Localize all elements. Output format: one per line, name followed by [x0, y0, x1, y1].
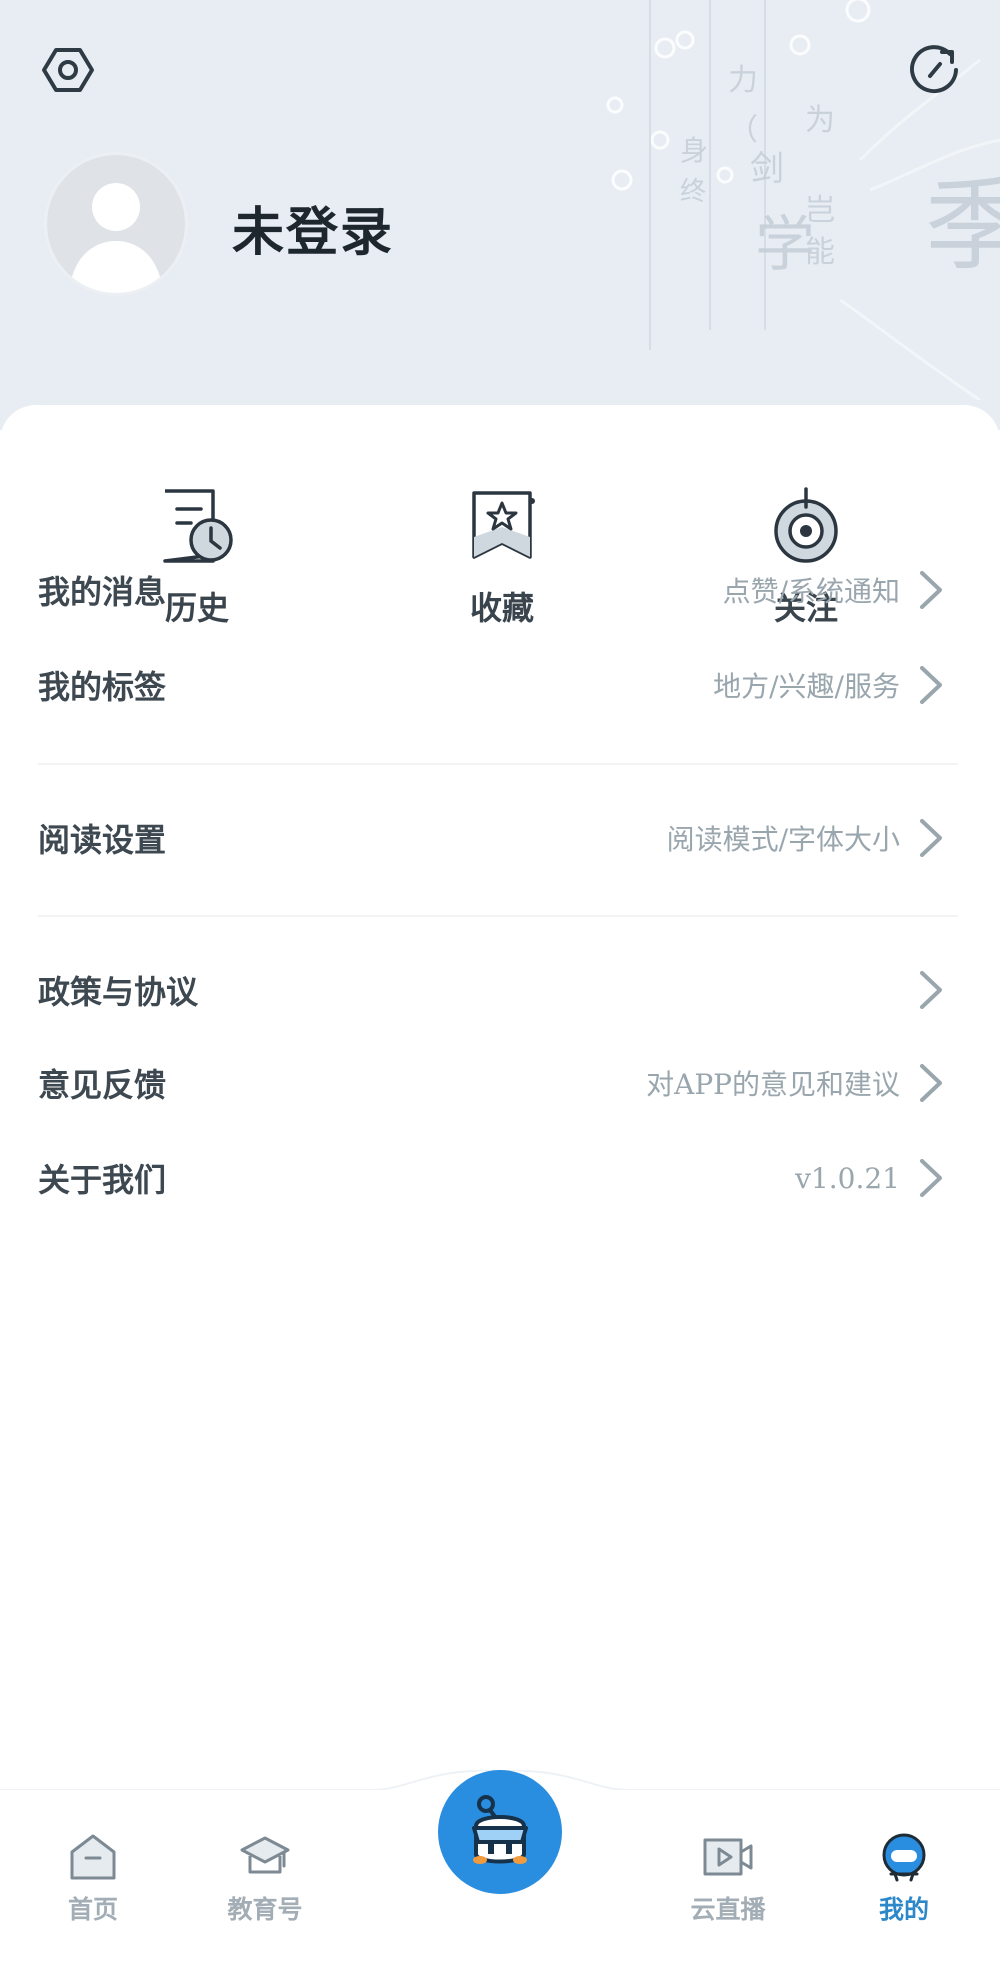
chevron-right-icon	[920, 666, 942, 704]
menu-about-us[interactable]: 关于我们 v1.0.21	[38, 1138, 948, 1218]
svg-text:终: 终	[680, 177, 706, 207]
menu-my-messages[interactable]: 我的消息 点赞/系统通知	[38, 550, 948, 630]
mine-mascot-icon	[882, 1833, 926, 1882]
chevron-right-icon	[920, 819, 942, 857]
menu-label: 我的消息	[38, 573, 167, 611]
menu-label: 政策与协议	[38, 973, 199, 1011]
menu-subtitle: 地方/兴趣/服务	[713, 670, 900, 703]
content-card: 历史 收藏 关注 我的消息 点赞/系统通知 我的标签 地方/兴趣/服务 阅读设置	[0, 405, 1000, 1795]
svg-text:剑: 剑	[750, 149, 784, 189]
svg-text:为: 为	[805, 103, 835, 138]
avatar[interactable]	[44, 152, 188, 296]
chevron-right-icon	[920, 971, 942, 1009]
svg-text:身: 身	[680, 134, 708, 167]
graduation-cap-icon	[240, 1836, 290, 1874]
svg-text:能: 能	[805, 235, 835, 270]
tab-mine[interactable]: 我的	[844, 1830, 964, 1926]
refresh-icon	[910, 45, 958, 94]
tab-label: 首页	[67, 1895, 118, 1924]
svg-text:（: （	[728, 113, 758, 148]
center-mascot-button[interactable]	[438, 1770, 562, 1894]
section-divider	[38, 915, 958, 917]
section-divider	[38, 763, 958, 765]
menu-policy[interactable]: 政策与协议	[38, 950, 948, 1030]
settings-button[interactable]	[32, 34, 104, 106]
menu-reading-settings[interactable]: 阅读设置 阅读模式/字体大小	[38, 798, 948, 878]
tab-label: 云直播	[690, 1895, 766, 1924]
tab-education[interactable]: 教育号	[205, 1830, 325, 1926]
profile-header: 身 终 力 （ 剑 学 为 岂 能 季 未登录	[0, 0, 1000, 430]
svg-text:岂: 岂	[805, 193, 835, 228]
chevron-right-icon	[920, 571, 942, 609]
tab-live[interactable]: 云直播	[668, 1830, 788, 1926]
chevron-right-icon	[920, 1159, 942, 1197]
menu-label: 意见反馈	[38, 1066, 167, 1104]
menu-feedback[interactable]: 意见反馈 对APP的意见和建议	[38, 1043, 948, 1123]
gear-icon	[42, 48, 94, 92]
menu-my-tags[interactable]: 我的标签 地方/兴趣/服务	[38, 645, 948, 725]
svg-text:力: 力	[728, 63, 758, 98]
menu-subtitle: 阅读模式/字体大小	[666, 823, 900, 856]
menu-label: 关于我们	[38, 1161, 167, 1199]
menu-subtitle: 对APP的意见和建议	[646, 1068, 900, 1101]
home-icon	[70, 1834, 116, 1880]
tab-label: 教育号	[227, 1895, 303, 1924]
chevron-right-icon	[920, 1064, 942, 1102]
refresh-button[interactable]	[898, 34, 970, 106]
video-play-icon	[703, 1838, 753, 1876]
menu-subtitle: 点赞/系统通知	[722, 575, 900, 608]
menu-label: 我的标签	[38, 668, 167, 706]
menu-subtitle: v1.0.21	[795, 1161, 900, 1195]
robot-mascot-icon	[472, 1795, 528, 1864]
svg-text:季: 季	[925, 167, 1000, 284]
default-user-icon	[69, 183, 163, 293]
tab-label: 我的	[878, 1895, 929, 1924]
tab-home[interactable]: 首页	[33, 1830, 153, 1926]
menu-label: 阅读设置	[38, 821, 167, 859]
login-status-title[interactable]: 未登录	[232, 190, 394, 265]
